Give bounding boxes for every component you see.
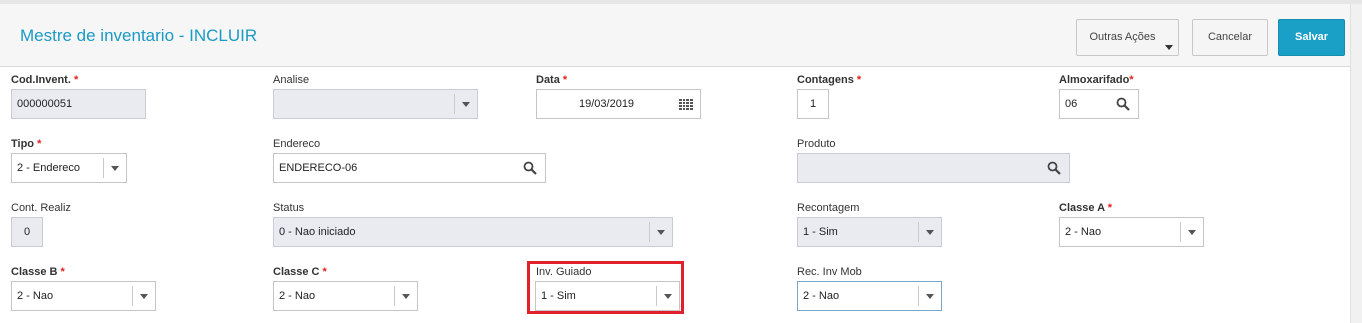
chevron-down-icon bbox=[926, 230, 934, 235]
select-separator bbox=[103, 158, 104, 178]
status-select[interactable]: 0 - Nao iniciado bbox=[273, 217, 673, 247]
almoxarifado-field[interactable]: 06 bbox=[1059, 89, 1139, 119]
classe-a-label: Classe A * bbox=[1059, 202, 1112, 214]
classe-a-select[interactable]: 2 - Nao bbox=[1059, 217, 1204, 247]
page-header: Mestre de inventario - INCLUIR Outras Aç… bbox=[0, 4, 1350, 67]
contagens-field[interactable]: 1 bbox=[797, 89, 829, 119]
tipo-label: Tipo * bbox=[11, 138, 42, 150]
chevron-down-icon bbox=[1188, 230, 1196, 235]
tipo-select[interactable]: 2 - Endereco bbox=[11, 153, 127, 183]
endereco-field[interactable]: ENDERECO-06 bbox=[273, 153, 546, 183]
cancel-button[interactable]: Cancelar bbox=[1192, 19, 1268, 56]
produto-field[interactable] bbox=[797, 153, 1070, 183]
classe-c-label: Classe C * bbox=[273, 266, 327, 278]
chevron-down-icon bbox=[657, 230, 665, 235]
rec-inv-mob-label: Rec. Inv Mob bbox=[797, 266, 862, 278]
status-label: Status bbox=[273, 202, 305, 214]
highlight-box bbox=[527, 261, 684, 314]
cod-invent-field[interactable]: 000000051 bbox=[11, 89, 146, 119]
data-field[interactable]: 19/03/2019 bbox=[536, 89, 701, 119]
select-separator bbox=[1180, 222, 1181, 242]
chevron-down-icon bbox=[111, 166, 119, 171]
vertical-scrollbar[interactable] bbox=[1350, 4, 1362, 323]
chevron-down-icon bbox=[462, 102, 470, 107]
search-icon[interactable] bbox=[1116, 97, 1130, 111]
calendar-icon[interactable] bbox=[679, 99, 693, 110]
data-label: Data * bbox=[536, 74, 568, 86]
analise-select[interactable] bbox=[273, 89, 478, 119]
analise-label: Analise bbox=[273, 74, 310, 86]
select-separator bbox=[454, 94, 455, 114]
recontagem-select[interactable]: 1 - Sim bbox=[797, 217, 942, 247]
select-separator bbox=[918, 222, 919, 242]
classe-b-label: Classe B * bbox=[11, 266, 65, 278]
other-actions-button[interactable]: Outras Ações bbox=[1076, 19, 1179, 56]
chevron-down-icon bbox=[402, 294, 410, 299]
chevron-down-icon bbox=[926, 294, 934, 299]
page-title: Mestre de inventario - INCLUIR bbox=[20, 26, 258, 45]
select-separator bbox=[132, 286, 133, 306]
save-button[interactable]: Salvar bbox=[1278, 19, 1345, 56]
contagens-label: Contagens * bbox=[797, 74, 862, 86]
classe-b-select[interactable]: 2 - Nao bbox=[11, 281, 156, 311]
produto-label: Produto bbox=[797, 138, 836, 150]
recontagem-label: Recontagem bbox=[797, 202, 860, 214]
cod-invent-label: Cod.Invent. * bbox=[11, 74, 79, 86]
cont-realiz-label: Cont. Realiz bbox=[11, 202, 71, 214]
search-icon[interactable] bbox=[523, 161, 537, 175]
rec-inv-mob-select[interactable]: 2 - Nao bbox=[797, 281, 942, 311]
cont-realiz-field[interactable]: 0 bbox=[11, 217, 43, 247]
other-actions-label: Outras Ações bbox=[1089, 31, 1156, 43]
almoxarifado-label: Almoxarifado* bbox=[1059, 74, 1134, 86]
chevron-down-icon bbox=[1165, 45, 1173, 50]
select-separator bbox=[918, 286, 919, 306]
select-separator bbox=[394, 286, 395, 306]
search-icon[interactable] bbox=[1047, 161, 1061, 175]
chevron-down-icon bbox=[140, 294, 148, 299]
endereco-label: Endereco bbox=[273, 138, 321, 150]
classe-c-select[interactable]: 2 - Nao bbox=[273, 281, 418, 311]
select-separator bbox=[649, 222, 650, 242]
